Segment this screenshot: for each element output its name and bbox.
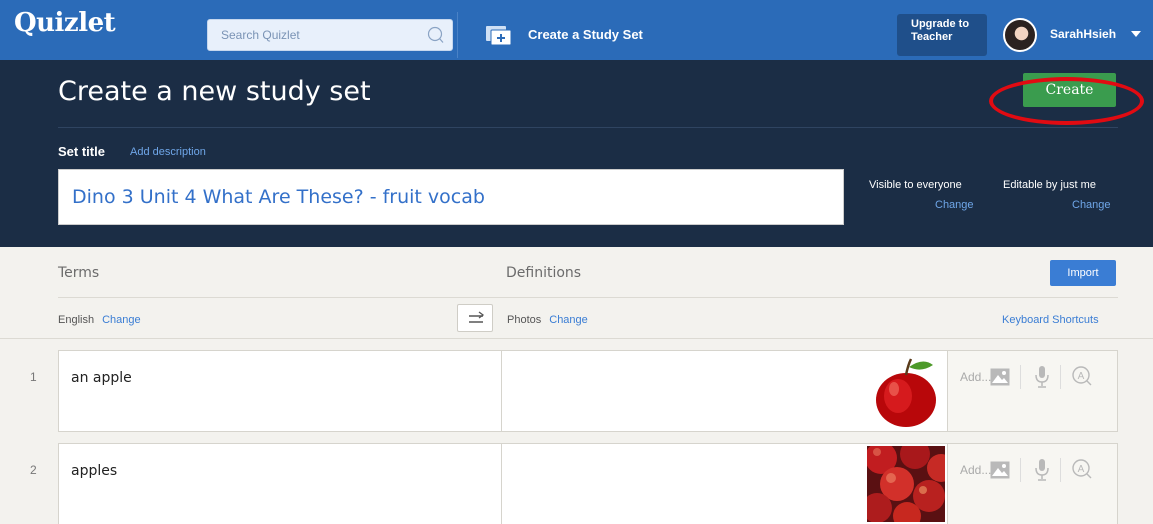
card-tools: Add... A [947,351,1117,431]
card-number: 2 [30,463,37,477]
edit-permission-change-link[interactable]: Change [1072,199,1111,211]
tool-divider [1020,365,1021,389]
avatar[interactable] [1003,18,1037,52]
swap-columns-button[interactable] [457,304,493,332]
term-language-label: English [58,314,95,326]
header-divider [58,127,1118,128]
search-input[interactable]: Search Quizlet [207,19,453,51]
autocomplete-icon[interactable]: A [1072,366,1092,386]
term-input[interactable]: apples [59,444,502,524]
create-set-icon [486,26,512,46]
card-number: 1 [30,370,37,384]
microphone-icon[interactable] [1035,366,1049,388]
apple-photo[interactable] [867,353,945,429]
term-text: an apple [71,370,132,386]
set-title-input[interactable]: Dino 3 Unit 4 What Are These? - fruit vo… [58,169,844,225]
term-text: apples [71,463,118,479]
card-tools: Add... A [947,444,1117,524]
quizlet-logo[interactable]: Quizlet [14,8,116,38]
tool-divider [1020,458,1021,482]
annotation-highlight-circle [989,77,1144,125]
set-title-value: Dino 3 Unit 4 What Are These? - fruit vo… [72,186,485,208]
definition-input[interactable] [502,351,947,431]
chevron-down-icon[interactable] [1131,31,1141,37]
card-row: an apple Add... A [58,350,1118,432]
definition-input[interactable] [502,444,947,524]
set-title-label: Set title [58,144,105,159]
search-icon[interactable] [426,26,444,44]
upgrade-line-2: Teacher [911,31,953,43]
tool-divider [1060,458,1061,482]
microphone-icon[interactable] [1035,459,1049,481]
image-icon[interactable] [990,368,1010,386]
username[interactable]: SarahHsieh [1050,27,1116,41]
definition-language: Photos Change [507,314,588,326]
create-study-set-label: Create a Study Set [528,27,643,42]
term-language: English Change [58,314,141,326]
keyboard-shortcuts-link[interactable]: Keyboard Shortcuts [1002,314,1099,326]
cards-top-rule [0,338,1153,339]
tool-divider [1060,365,1061,389]
apples-photo[interactable] [867,446,945,522]
term-input[interactable]: an apple [59,351,502,431]
svg-text:A: A [1078,371,1085,382]
create-study-set-link[interactable]: Create a Study Set [458,14,718,54]
autocomplete-icon[interactable]: A [1072,459,1092,479]
column-divider [58,297,1118,298]
definition-language-label: Photos [507,314,542,326]
import-button[interactable]: Import [1050,260,1116,286]
add-image-label[interactable]: Add... [960,370,991,384]
visibility-label: Visible to everyone [869,179,962,191]
image-icon[interactable] [990,461,1010,479]
set-header: Create a new study set Create Set title … [0,60,1153,247]
top-nav: Quizlet Search Quizlet Create a Study Se… [0,0,1153,60]
page-title: Create a new study set [58,76,371,107]
edit-permission-label: Editable by just me [1003,179,1096,191]
add-image-label[interactable]: Add... [960,463,991,477]
visibility-change-link[interactable]: Change [935,199,974,211]
card-row: apples Add... A [58,443,1118,524]
svg-text:A: A [1078,464,1085,475]
definition-language-change-link[interactable]: Change [549,314,588,326]
add-description-link[interactable]: Add description [130,146,206,158]
term-language-change-link[interactable]: Change [102,314,141,326]
upgrade-line-1: Upgrade to [911,18,970,30]
definitions-column-header: Definitions [506,265,582,281]
swap-icon [469,311,485,323]
terms-column-header: Terms [58,265,100,281]
upgrade-teacher-button[interactable]: Upgrade to Teacher [897,14,987,56]
search-placeholder: Search Quizlet [221,28,300,42]
